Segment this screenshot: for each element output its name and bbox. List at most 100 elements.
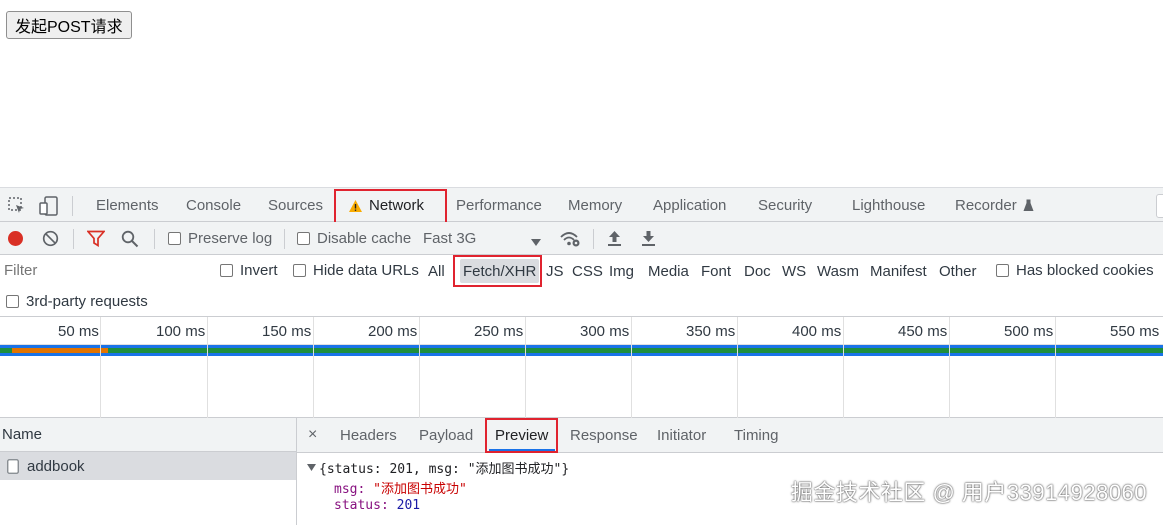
hide-data-urls-checkbox[interactable]: Hide data URLs (293, 258, 419, 282)
tick-label: 200 ms (368, 322, 418, 340)
tab-initiator[interactable]: Initiator (657, 418, 706, 452)
tab-sources[interactable]: Sources (268, 188, 323, 223)
gridline (737, 317, 738, 418)
overflow-button[interactable] (1156, 194, 1163, 218)
tab-recorder[interactable]: Recorder (955, 188, 1034, 223)
divider (593, 229, 594, 249)
preserve-log-checkbox[interactable]: Preserve log (168, 222, 272, 255)
network-toolbar: Preserve log Disable cache Fast 3G (0, 222, 1163, 255)
msg-value: "添加图书成功" (373, 482, 467, 497)
timeline-bar-green (0, 348, 1163, 353)
checkbox-box[interactable] (220, 263, 233, 277)
invert-label: Invert (240, 261, 278, 279)
clear-icon[interactable] (42, 230, 59, 252)
tick-label: 50 ms (58, 322, 99, 340)
has-blocked-cookies-checkbox[interactable]: Has blocked cookies (996, 258, 1154, 282)
filter-type-ws[interactable]: WS (782, 259, 806, 283)
filter-type-manifest[interactable]: Manifest (870, 259, 927, 283)
filter-type-doc[interactable]: Doc (744, 259, 771, 283)
checkbox-box[interactable] (6, 294, 19, 308)
tab-elements[interactable]: Elements (96, 188, 159, 223)
invert-checkbox[interactable]: Invert (220, 258, 278, 282)
disable-cache-checkbox[interactable]: Disable cache (297, 222, 411, 255)
checkbox-box[interactable] (293, 263, 306, 277)
has-blocked-cookies-label: Has blocked cookies (1016, 261, 1154, 279)
hide-data-urls-label: Hide data URLs (313, 261, 419, 279)
gridline (843, 317, 844, 418)
tick-label: 300 ms (580, 322, 630, 340)
filter-type-css[interactable]: CSS (572, 259, 603, 283)
tick-label: 150 ms (262, 322, 312, 340)
tab-performance[interactable]: Performance (456, 188, 542, 223)
checkbox-box[interactable] (297, 232, 310, 245)
network-highlight-box (334, 189, 447, 224)
gridline (207, 317, 208, 418)
export-har-icon[interactable] (641, 230, 656, 252)
tab-headers[interactable]: Headers (340, 418, 397, 452)
tab-console[interactable]: Console (186, 188, 241, 223)
tick-label: 250 ms (474, 322, 524, 340)
tab-response[interactable]: Response (570, 418, 638, 452)
checkbox-box[interactable] (996, 263, 1009, 277)
devtools-tabbar: Elements Console Sources Network Perform… (0, 187, 1163, 224)
gridline (1055, 317, 1056, 418)
search-icon[interactable] (121, 230, 139, 253)
tab-lighthouse[interactable]: Lighthouse (852, 188, 925, 223)
gridline (100, 317, 101, 418)
tick-label: 350 ms (686, 322, 736, 340)
status-key: status: (334, 498, 389, 513)
timeline-bar-orange (12, 348, 108, 353)
request-name: addbook (27, 457, 85, 475)
filter-type-font[interactable]: Font (701, 259, 731, 283)
third-party-requests-checkbox[interactable]: 3rd-party requests (6, 289, 148, 313)
third-party-requests-label: 3rd-party requests (26, 292, 148, 310)
gridline (631, 317, 632, 418)
filter-input[interactable] (0, 259, 204, 281)
disable-cache-label: Disable cache (317, 230, 412, 247)
divider (73, 229, 74, 249)
inspect-element-icon[interactable] (8, 197, 26, 220)
filter-type-other[interactable]: Other (939, 259, 977, 283)
tab-recorder-label: Recorder (955, 197, 1017, 214)
tab-timing[interactable]: Timing (734, 418, 778, 452)
close-detail-button[interactable]: × (308, 418, 317, 452)
network-conditions-icon[interactable] (559, 230, 581, 253)
checkbox-box[interactable] (168, 232, 181, 245)
tab-security[interactable]: Security (758, 188, 812, 223)
requests-split: Name addbook × Headers Payload Preview R… (0, 418, 1163, 525)
tick-label: 550 ms (1110, 322, 1160, 340)
timeline-ruler: 50 ms 100 ms 150 ms 200 ms 250 ms 300 ms… (0, 317, 1163, 345)
filter-type-all[interactable]: All (428, 259, 445, 283)
device-toolbar-icon[interactable] (39, 196, 59, 221)
preview-msg-row: msg: "添加图书成功" (334, 478, 467, 497)
gridline (419, 317, 420, 418)
filter-bar: Invert Hide data URLs All Fetch/XHR JS C… (0, 255, 1163, 317)
filter-type-js[interactable]: JS (546, 259, 564, 283)
tab-memory[interactable]: Memory (568, 188, 622, 223)
divider (72, 196, 73, 216)
triangle-down-icon (307, 463, 316, 472)
throttling-select[interactable]: Fast 3G (423, 222, 545, 255)
import-har-icon[interactable] (607, 230, 622, 252)
filter-type-img[interactable]: Img (609, 259, 634, 283)
filter-type-media[interactable]: Media (648, 259, 689, 283)
record-icon[interactable] (8, 231, 23, 246)
tick-label: 400 ms (792, 322, 842, 340)
gridline (949, 317, 950, 418)
request-row[interactable]: addbook (0, 452, 296, 480)
post-request-button[interactable]: 发起POST请求 (6, 11, 132, 39)
divider (284, 229, 285, 249)
timeline-overview[interactable] (0, 345, 1163, 418)
requests-list: Name addbook (0, 418, 297, 525)
preview-root[interactable]: {status: 201, msg: "添加图书成功"} (307, 458, 569, 477)
tab-payload[interactable]: Payload (419, 418, 473, 452)
watermark: 掘金技术社区 @ 用户33914928060 (790, 480, 1147, 505)
status-value: 201 (396, 498, 421, 513)
fetch-xhr-highlight-box (453, 255, 542, 287)
name-column-header[interactable]: Name (0, 418, 296, 452)
preserve-log-label: Preserve log (188, 230, 273, 247)
tab-application[interactable]: Application (653, 188, 726, 223)
msg-key: msg: (334, 482, 366, 497)
filter-type-wasm[interactable]: Wasm (817, 259, 859, 283)
filter-icon[interactable] (86, 230, 106, 252)
